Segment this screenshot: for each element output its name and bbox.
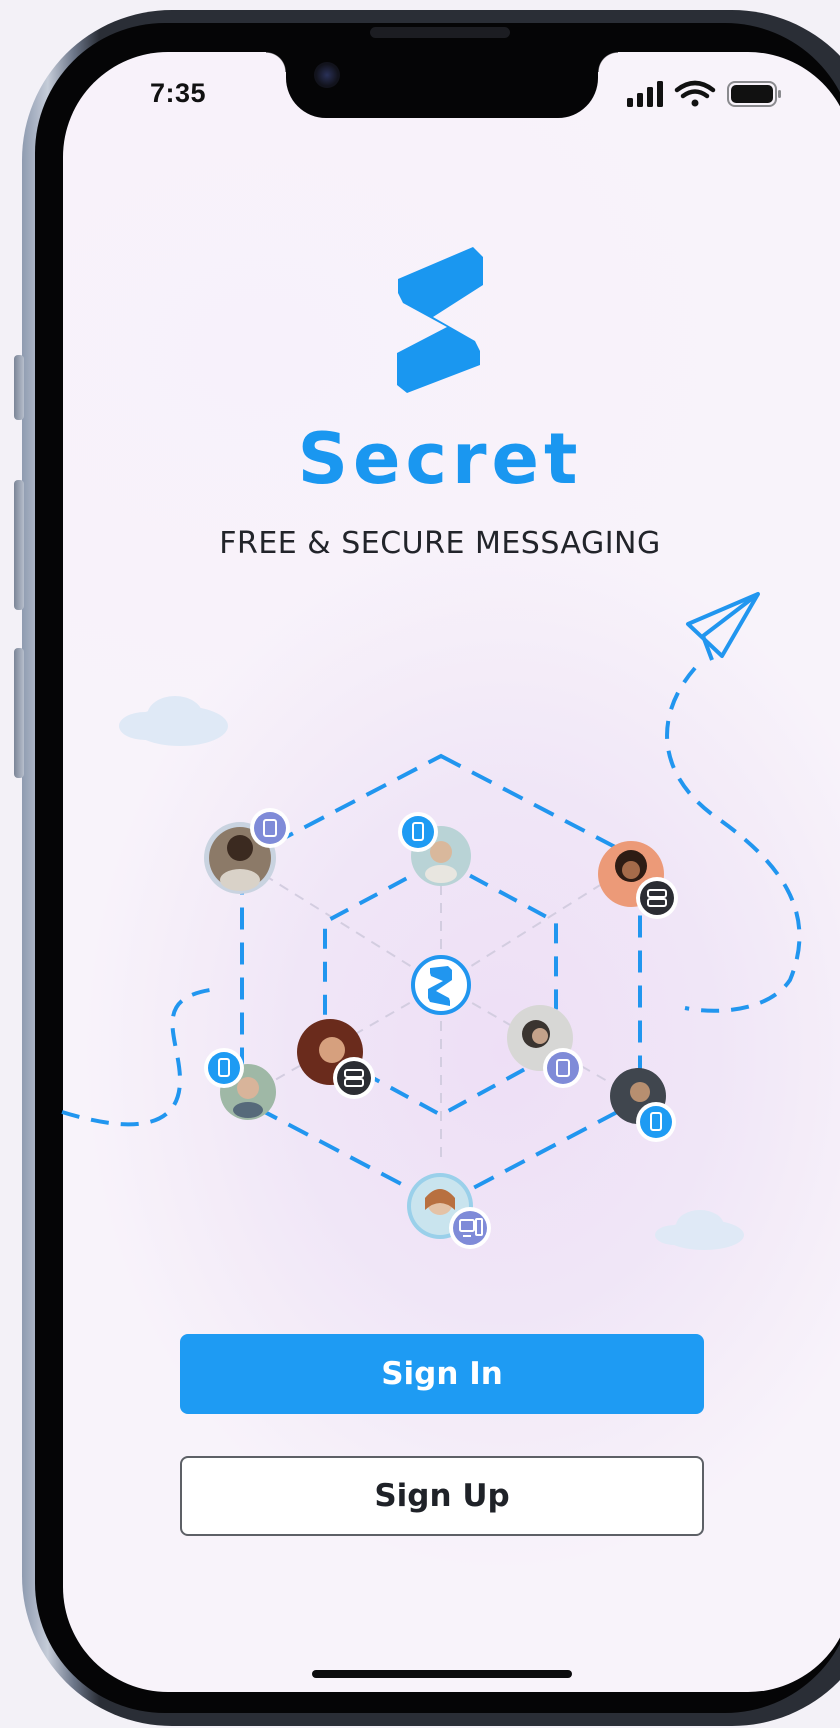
wifi-icon: [674, 80, 716, 107]
user-inner-right: [507, 1005, 583, 1088]
phone-icon: [204, 1048, 244, 1088]
tablet-icon: [250, 808, 290, 848]
tagline: FREE & SECURE MESSAGING: [219, 526, 661, 561]
tablet-icon: [543, 1048, 583, 1088]
user-bottom-right: [610, 1068, 676, 1142]
paper-plane-icon: [686, 592, 760, 661]
app-name: Secret: [297, 418, 583, 500]
battery-icon: [727, 81, 781, 107]
server-icon: [333, 1057, 375, 1099]
status-time: 7:35: [150, 78, 207, 108]
phone-icon: [636, 1102, 676, 1142]
speaker: [370, 27, 510, 38]
phone-icon: [398, 812, 438, 852]
user-inner-left: [297, 1019, 375, 1099]
left-swoosh: [61, 988, 211, 1127]
desktop-icon: [449, 1207, 491, 1249]
user-top-center: [398, 812, 471, 886]
right-swoosh: [665, 666, 802, 1013]
status-icons: [627, 80, 781, 107]
user-top-right: [598, 841, 678, 919]
signal-icon: [627, 81, 663, 107]
sign-up-button[interactable]: Sign Up: [180, 1456, 704, 1536]
network-illustration: [61, 592, 802, 1250]
sign-in-button[interactable]: Sign In: [180, 1334, 704, 1414]
mute-switch: [14, 355, 24, 420]
server-icon: [636, 877, 678, 919]
camera: [314, 62, 340, 88]
cloud-icon: [655, 1210, 744, 1250]
home-indicator[interactable]: [312, 1670, 572, 1678]
logo-icon: [411, 955, 471, 1015]
app-logo-icon: [397, 247, 483, 393]
user-top-left: [204, 808, 290, 894]
cloud-icon: [119, 696, 228, 746]
user-bottom-left: [204, 1048, 276, 1120]
